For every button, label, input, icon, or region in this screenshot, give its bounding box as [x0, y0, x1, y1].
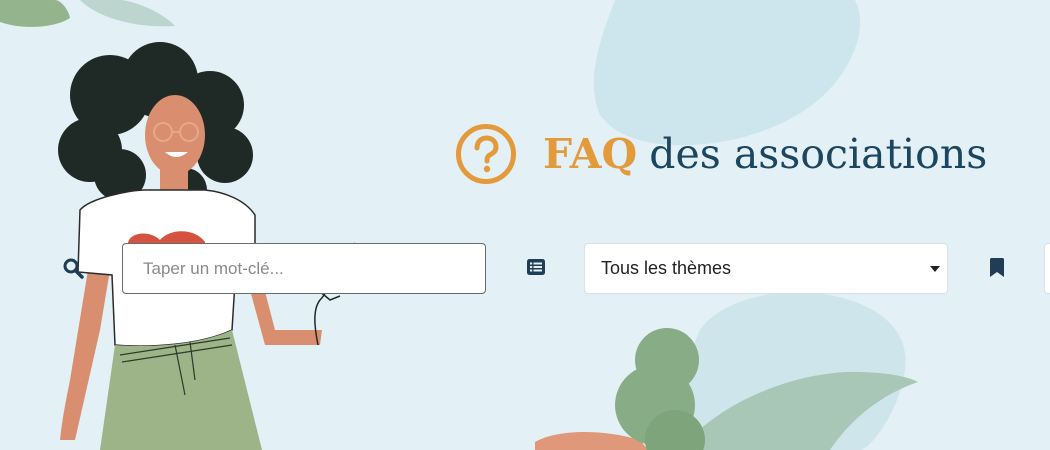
chevron-down-icon	[930, 266, 940, 272]
leaf-decoration-top-left	[0, 0, 175, 27]
search-input[interactable]	[122, 243, 486, 294]
bookmark-icon[interactable]	[990, 258, 1004, 277]
page-title: FAQ des associations	[455, 118, 987, 190]
tree-decoration	[615, 328, 705, 450]
next-filter-field[interactable]	[1044, 243, 1050, 294]
background-illustration	[0, 0, 918, 450]
theme-select[interactable]: Tous les thèmes	[584, 243, 948, 294]
question-circle-icon	[456, 124, 516, 184]
title-highlight: FAQ	[543, 130, 638, 178]
search-icon[interactable]	[62, 257, 84, 279]
theme-select-value: Tous les thèmes	[601, 258, 732, 278]
title-text: des associations	[649, 130, 988, 178]
list-icon[interactable]	[527, 259, 545, 275]
